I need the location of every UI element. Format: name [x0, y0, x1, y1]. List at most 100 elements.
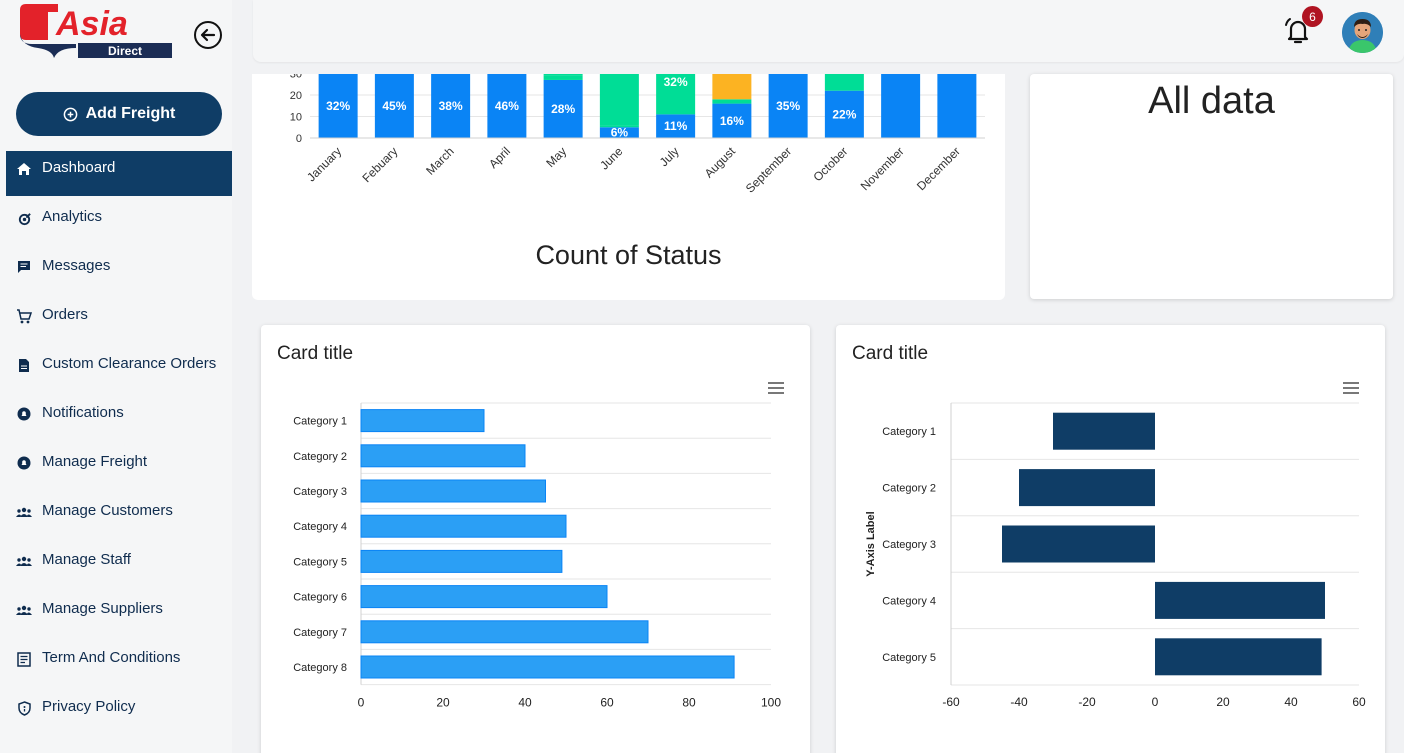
- collapse-sidebar-button[interactable]: [194, 21, 222, 49]
- x-tick-label: November: [858, 144, 907, 193]
- sidebar-item-label: Messages: [42, 257, 111, 274]
- bar: [1053, 412, 1155, 450]
- sidebar-item-manage-suppliers[interactable]: Manage Suppliers: [6, 592, 232, 641]
- x-tick-label: 60: [600, 696, 614, 710]
- x-tick-label: March: [423, 144, 456, 177]
- y-tick-label: Category 4: [293, 521, 347, 533]
- sidebar-item-notifications[interactable]: Notifications: [6, 396, 232, 445]
- sidebar-item-label: Custom Clearance Orders: [42, 355, 217, 372]
- sidebar-item-label: Manage Suppliers: [42, 600, 163, 617]
- bar-segment: [712, 74, 752, 100]
- sidebar-item-orders[interactable]: Orders: [6, 298, 232, 347]
- sidebar-item-label: Notifications: [42, 404, 124, 421]
- data-label: 32%: [326, 99, 350, 113]
- x-tick-label: April: [486, 144, 513, 171]
- data-label: 32%: [664, 75, 688, 89]
- y-tick-label: Category 3: [882, 539, 936, 551]
- x-tick-label: May: [543, 144, 569, 170]
- group-icon: [16, 504, 32, 520]
- bar: [360, 620, 649, 644]
- y-axis-title: Y-Axis Label: [865, 511, 877, 576]
- sidebar-item-messages[interactable]: Messages: [6, 249, 232, 298]
- x-tick-label: October: [810, 144, 850, 184]
- x-tick-label: 20: [436, 696, 450, 710]
- sidebar-item-manage-customers[interactable]: Manage Customers: [6, 494, 232, 543]
- x-tick-label: -40: [1010, 695, 1028, 709]
- y-tick-label: Category 3: [293, 486, 347, 498]
- data-label: 45%: [382, 99, 406, 113]
- y-tick-label: 20: [290, 90, 302, 102]
- data-label: 22%: [832, 107, 856, 121]
- y-tick-label: Category 5: [293, 556, 347, 568]
- x-tick-label: 0: [1152, 695, 1159, 709]
- avatar[interactable]: [1342, 12, 1383, 53]
- bar: [1155, 581, 1325, 619]
- bar-segment: [543, 74, 583, 76]
- card-title: Card title: [852, 343, 929, 364]
- sidebar-item-manage-staff[interactable]: Manage Staff: [6, 543, 232, 592]
- y-tick-label: Category 7: [293, 627, 347, 639]
- x-tick-label: 20: [1216, 695, 1230, 709]
- brand-name: Asia: [55, 5, 128, 43]
- horizontal-bar-card-left: Card title Category 1 Category 2 Category …: [261, 325, 810, 753]
- message-icon: [16, 259, 32, 275]
- analytics-icon: [16, 210, 32, 226]
- data-label: 16%: [720, 114, 744, 128]
- x-tick-label: January: [304, 144, 344, 184]
- plus-circle-icon: [63, 107, 77, 121]
- sidebar-item-analytics[interactable]: Analytics: [6, 200, 232, 249]
- y-tick-label: Category 5: [882, 652, 936, 664]
- shield-icon: [16, 700, 32, 716]
- x-tick-label: September: [743, 144, 794, 195]
- x-tick-label: 40: [518, 696, 532, 710]
- y-tick-label: Category 2: [882, 483, 936, 495]
- all-data-card: All data: [1030, 74, 1393, 299]
- y-tick-label: Category 2: [293, 451, 347, 463]
- data-label: 28%: [551, 102, 575, 116]
- sidebar-item-manage-freight[interactable]: Manage Freight: [6, 445, 232, 494]
- sidebar-item-label: Manage Staff: [42, 551, 131, 568]
- data-label: 46%: [495, 99, 519, 113]
- sidebar-item-label: Analytics: [42, 208, 103, 225]
- y-tick-label: Category 1: [293, 416, 347, 428]
- bar-segment: [599, 74, 639, 126]
- data-label: 35%: [776, 99, 800, 113]
- sidebar-item-label: Manage Customers: [42, 502, 173, 519]
- bar: [1155, 638, 1322, 676]
- sidebar-item-term-and-conditions[interactable]: Term And Conditions: [6, 641, 232, 690]
- y-tick-label: Category 6: [293, 592, 347, 604]
- add-freight-button[interactable]: Add Freight: [16, 92, 222, 136]
- bar: [360, 655, 735, 679]
- bar: [360, 585, 608, 609]
- bar: [1002, 525, 1155, 563]
- sidebar-item-custom-clearance-orders[interactable]: Custom Clearance Orders: [6, 347, 232, 396]
- group-icon: [16, 602, 32, 618]
- x-tick-label: 0: [358, 696, 365, 710]
- sidebar-item-dashboard[interactable]: Dashboard: [6, 151, 232, 196]
- notification-icon: [16, 406, 32, 422]
- sidebar-item-label: Term And Conditions: [42, 649, 181, 666]
- freight-icon: [16, 455, 32, 471]
- card-title: Card title: [277, 343, 354, 364]
- x-tick-label: December: [914, 144, 963, 193]
- horizontal-bar-card-right: Card title Category 1 Category 2 Category …: [836, 325, 1385, 753]
- y-tick-label: 10: [290, 112, 302, 124]
- bar-segment: [824, 74, 864, 91]
- cart-icon: [16, 308, 32, 324]
- top-header: [253, 0, 1404, 62]
- sidebar-item-privacy-policy[interactable]: Privacy Policy: [6, 690, 232, 739]
- add-freight-label: Add Freight: [85, 105, 176, 122]
- document-icon: [16, 357, 32, 373]
- bar-segment: [543, 75, 583, 80]
- arrow-left-icon: [200, 28, 216, 42]
- x-tick-label: 100: [761, 696, 781, 710]
- bar: [360, 479, 546, 503]
- bar: [360, 549, 563, 573]
- x-tick-label: 40: [1284, 695, 1298, 709]
- brand-logo[interactable]: Asia Direct: [18, 2, 178, 62]
- y-tick-label: Category 1: [882, 426, 936, 438]
- group-icon: [16, 553, 32, 569]
- notification-count-badge: 6: [1302, 6, 1323, 27]
- sidebar-item-label: Privacy Policy: [42, 698, 136, 715]
- x-tick-label: 60: [1352, 695, 1366, 709]
